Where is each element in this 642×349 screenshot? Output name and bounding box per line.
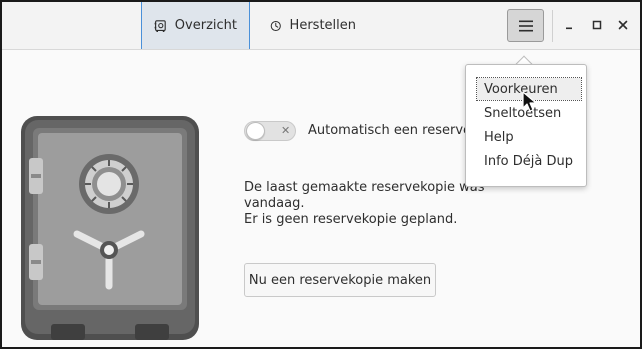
close-icon: [618, 20, 628, 30]
main-menu-popover: Voorkeuren Sneltoetsen Help Info Déjà Du…: [465, 64, 587, 187]
tab-restore-label: Herstellen: [289, 18, 356, 33]
backup-now-button[interactable]: Nu een reservekopie maken: [244, 263, 436, 297]
status-line: vandaag.: [244, 196, 305, 211]
minimize-icon: [566, 27, 572, 30]
maximize-button[interactable]: [588, 16, 606, 34]
switch-knob: [246, 122, 265, 140]
close-button[interactable]: [614, 16, 632, 34]
hamburger-icon: [518, 20, 533, 31]
app-window: Overzicht Herstellen ✕ Automatisch een r…: [0, 0, 642, 349]
menu-item-about[interactable]: Info Déjà Dup: [477, 150, 581, 172]
header-separator: [552, 10, 553, 42]
status-line: Er is geen reservekopie gepland.: [244, 212, 458, 227]
auto-backup-switch[interactable]: ✕: [244, 121, 296, 141]
menu-item-help[interactable]: Help: [477, 126, 581, 148]
backup-status: De laast gemaakte reservekopie was vanda…: [244, 180, 485, 228]
main-menu-button[interactable]: [507, 9, 544, 42]
status-line: De laast gemaakte reservekopie was: [244, 180, 485, 195]
mouse-cursor-icon: [522, 91, 537, 112]
maximize-icon: [592, 20, 602, 30]
minimize-button[interactable]: [560, 16, 578, 34]
header-bar: Overzicht Herstellen: [2, 2, 640, 50]
safe-icon: [154, 19, 166, 32]
safe-illustration: [21, 116, 199, 340]
tab-overview-label: Overzicht: [174, 18, 237, 33]
tab-restore[interactable]: Herstellen: [258, 2, 368, 49]
switch-off-icon: ✕: [281, 124, 291, 137]
auto-backup-label: Automatisch een reservek: [308, 123, 479, 138]
tab-overview[interactable]: Overzicht: [141, 2, 250, 49]
clock-icon: [270, 20, 281, 31]
